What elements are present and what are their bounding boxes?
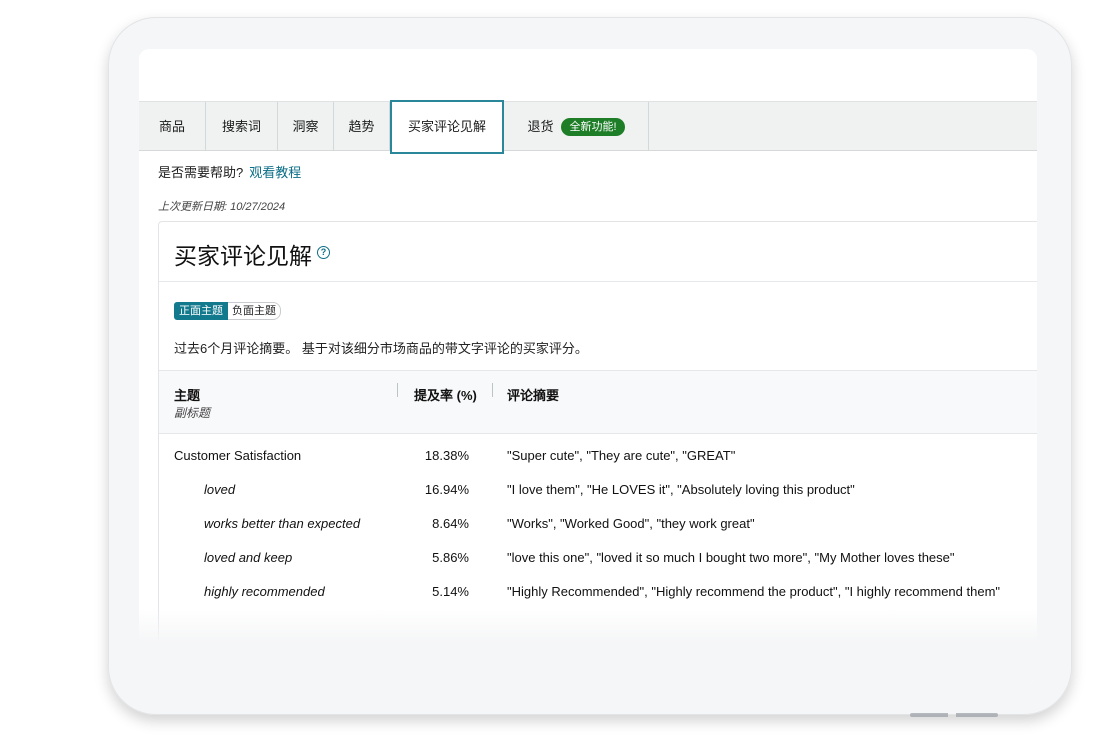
new-feature-badge: 全新功能! <box>561 117 625 136</box>
summary-cell: "Super cute", "They are cute", "GREAT" <box>507 448 736 463</box>
summary-cell: "I love them", "He LOVES it", "Absolutel… <box>507 482 855 497</box>
summary-cell: "Highly Recommended", "Highly recommend … <box>507 584 1001 599</box>
table-row: loved and keep 5.86% "love this one", "l… <box>159 542 1037 576</box>
table-row: loved 16.94% "I love them", "He LOVES it… <box>159 474 1037 508</box>
summary-cell: "Works", "Worked Good", "they work great… <box>507 516 755 531</box>
rate-cell: 5.14% <box>432 584 469 599</box>
help-row: 是否需要帮助? 观看教程 <box>158 162 301 181</box>
divider <box>159 281 1037 282</box>
table-row: highly recommended 5.14% "Highly Recomme… <box>159 576 1037 610</box>
rate-cell: 16.94% <box>424 482 469 497</box>
header-topic[interactable]: 主题 <box>174 385 200 404</box>
tab-bar: 商品 搜索词 洞察 趋势 买家评论见解 退货 全新功能! <box>139 100 1037 154</box>
tab-products[interactable]: 商品 <box>139 102 206 151</box>
tab-label: 买家评论见解 <box>407 119 486 134</box>
negative-themes-button[interactable]: 负面主题 <box>228 302 281 320</box>
rate-cell: 8.64% <box>432 516 469 531</box>
tab-search-terms[interactable]: 搜索词 <box>206 102 278 151</box>
tab-label: 趋势 <box>348 119 375 134</box>
subtopic-cell: highly recommended <box>204 584 325 599</box>
screen: 商品 搜索词 洞察 趋势 买家评论见解 退货 全新功能! 是否需要帮助? 观看教程 … <box>139 49 1037 684</box>
header-subtitle: 副标题 <box>174 406 211 420</box>
tab-returns[interactable]: 退货 全新功能! <box>504 102 649 151</box>
summary-cell: "love this one", "loved it so much I bou… <box>507 550 955 565</box>
question-circle-icon[interactable]: ? <box>317 246 330 259</box>
rate-cell: 5.86% <box>432 550 469 565</box>
tab-insights[interactable]: 洞察 <box>278 102 334 151</box>
bottom-fade <box>139 609 1037 684</box>
rate-cell: 18.38% <box>424 448 469 463</box>
subtopic-cell: loved and keep <box>204 550 293 565</box>
topic-cell: Customer Satisfaction <box>174 448 302 463</box>
tab-label: 退货 <box>527 119 554 134</box>
column-divider <box>397 383 398 397</box>
device-button <box>910 713 998 717</box>
tab-review-insights[interactable]: 买家评论见解 <box>390 100 504 154</box>
positive-themes-button[interactable]: 正面主题 <box>174 302 228 320</box>
tab-label: 洞察 <box>292 119 319 134</box>
table-row: Customer Satisfaction 18.38% "Super cute… <box>159 440 1037 474</box>
help-text: 是否需要帮助? <box>158 165 244 180</box>
tutorial-link[interactable]: 观看教程 <box>249 165 301 180</box>
tab-label: 搜索词 <box>221 119 261 134</box>
theme-toggle: 正面主题 负面主题 <box>174 302 281 320</box>
header-mention-rate[interactable]: 提及率 (%) <box>414 385 477 404</box>
subtopic-cell: works better than expected <box>204 516 361 531</box>
tab-label: 商品 <box>158 119 185 134</box>
table-header: 主题 副标题 提及率 (%) 评论摘要 <box>159 370 1037 434</box>
table-row: works better than expected 8.64% "Works"… <box>159 508 1037 542</box>
subtopic-cell: loved <box>204 482 236 497</box>
header-review-summary[interactable]: 评论摘要 <box>507 385 559 404</box>
card-description: 过去6个月评论摘要。 基于对该细分市场商品的带文字评论的买家评分。 <box>174 341 588 356</box>
tab-trends[interactable]: 趋势 <box>334 102 390 151</box>
column-divider <box>492 383 493 397</box>
last-updated: 上次更新日期: 10/27/2024 <box>158 201 286 213</box>
card-title: 买家评论见解 <box>174 243 312 269</box>
